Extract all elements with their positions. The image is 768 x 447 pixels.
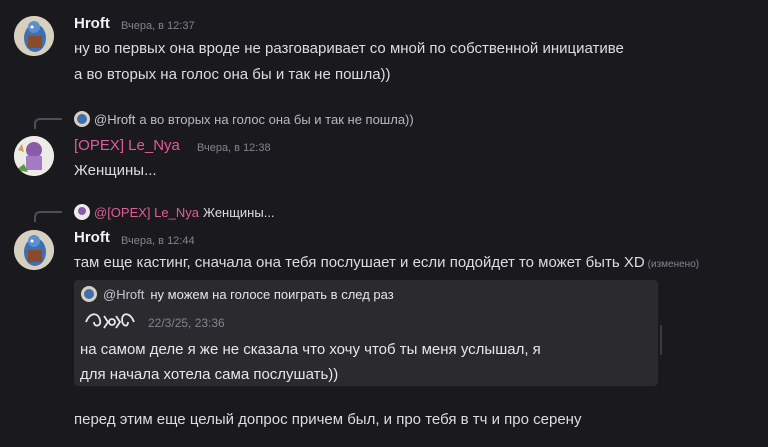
message-author[interactable]: Hroft <box>74 15 110 32</box>
embed-forward-timestamp: 22/3/25, 23:36 <box>148 316 225 330</box>
embed-body: на самом деле я же не сказала что хочу ч… <box>80 337 541 387</box>
reply-text: Женщины... <box>202 204 275 220</box>
reply-reference[interactable]: @[OPEX] Le_Nya Женщины... <box>74 204 275 220</box>
reply-spine <box>34 211 62 222</box>
avatar-le-nya[interactable] <box>14 136 54 176</box>
message-text: ну во первых она вроде не разговаривает … <box>74 40 624 57</box>
message-text: Женщины... <box>74 162 157 179</box>
reply-author[interactable]: @Hroft <box>94 112 135 127</box>
message-text-content: там еще кастинг, сначала она тебя послуш… <box>74 254 645 271</box>
reply-text: а во вторых на голос она бы и так не пош… <box>139 111 414 127</box>
embed-body-line: на самом деле я же не сказала что хочу ч… <box>80 341 541 358</box>
message-text: там еще кастинг, сначала она тебя послуш… <box>74 254 699 271</box>
message-text: а во вторых на голос она бы и так не пош… <box>74 66 391 83</box>
message-timestamp: Вчера, в 12:38 <box>197 142 271 154</box>
hroft-avatar-image <box>14 16 54 56</box>
reply-avatar <box>74 204 90 220</box>
embed-quote[interactable]: @Hroft ну можем на голосе поиграть в сле… <box>81 286 394 302</box>
avatar-hroft[interactable] <box>14 16 54 56</box>
reply-spine <box>34 118 62 129</box>
embed-quote-author[interactable]: @Hroft <box>103 287 144 302</box>
reply-avatar <box>74 111 90 127</box>
hroft-avatar-image <box>14 230 54 270</box>
embed-body-line: для начала хотела сама послушать)) <box>80 366 339 383</box>
embed-quote-avatar <box>81 286 97 302</box>
le-nya-avatar-image <box>14 136 54 176</box>
embed-quote-text: ну можем на голосе поиграть в след раз <box>150 286 394 302</box>
avatar-hroft[interactable] <box>14 230 54 270</box>
reply-reference[interactable]: @Hroft а во вторых на голос она бы и так… <box>74 111 414 127</box>
message-timestamp: Вчера, в 12:37 <box>121 20 195 32</box>
forwarded-message-embed[interactable]: @Hroft ну можем на голосе поиграть в сле… <box>74 280 658 386</box>
reply-author[interactable]: @[OPEX] Le_Nya <box>94 205 199 220</box>
message-text: перед этим еще целый допрос причем был, … <box>74 411 582 428</box>
embed-scroll-handle[interactable] <box>660 325 662 355</box>
edited-label: (изменено) <box>647 259 700 270</box>
decorative-ornament-icon <box>85 313 135 329</box>
message-author[interactable]: [OPEX] Le_Nya <box>74 137 180 154</box>
message-author[interactable]: Hroft <box>74 229 110 246</box>
message-timestamp: Вчера, в 12:44 <box>121 235 195 247</box>
